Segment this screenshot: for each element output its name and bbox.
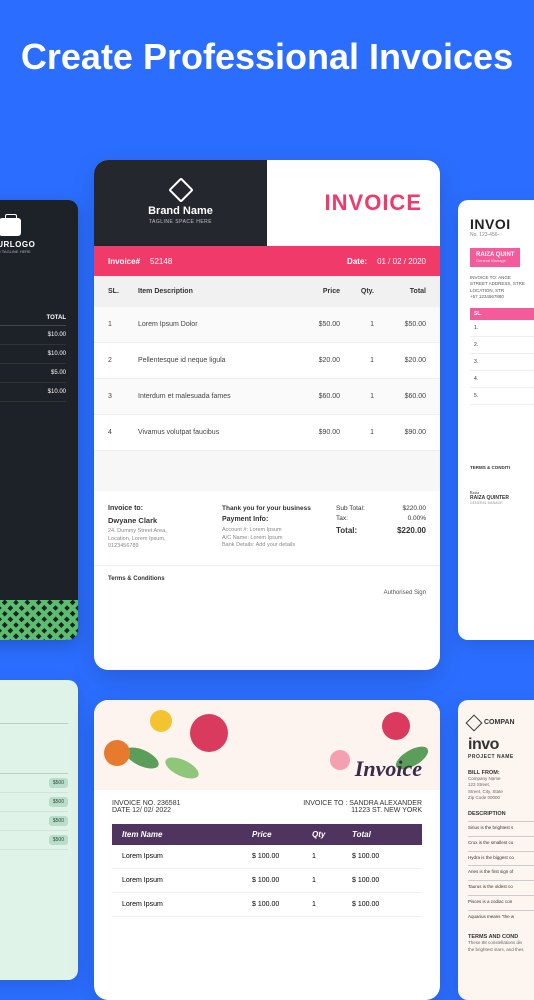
chevron-pattern — [0, 600, 78, 640]
diamond-icon — [466, 714, 483, 731]
cell: $10.00 — [48, 351, 66, 357]
line: Crux is the smallest co — [468, 836, 534, 847]
col-sl: SL. — [470, 308, 534, 320]
line: Sirius is the brightest s — [468, 821, 534, 832]
line: Taurus is the oldest co — [468, 880, 534, 891]
table-row: Lorem Ipsum$ 100.001$ 100.00 — [112, 893, 422, 917]
bill-from: Company Name 123 Street, Street, City, S… — [468, 776, 534, 801]
page-heading: Create Professional Invoices — [0, 0, 534, 103]
cell: $10.00 — [48, 389, 66, 395]
thank-you: Thank you for your business — [222, 505, 328, 512]
cell: $10.00 — [48, 332, 66, 338]
table-row: Lorem Ipsum$ 100.001$ 100.00 — [112, 869, 422, 893]
table-row: $500 — [0, 831, 68, 850]
template-beige[interactable]: COMPAN invo PROJECT NAME BILL FROM: Comp… — [458, 700, 534, 1000]
table-row: 3Interdum et malesuada fames$60.001$60.0… — [94, 379, 440, 415]
col-total: TOTAL — [47, 315, 66, 321]
terms-label: TERMS & CONDITI — [470, 465, 534, 470]
items-table: Item NamePriceQtyTotal Lorem Ipsum$ 100.… — [112, 824, 422, 917]
invoice-to-address: 24. Dummy Street Area, Location, Lorem I… — [108, 528, 214, 551]
contact-meta: 11234567890 0123456789 oice@mail.com — [0, 270, 66, 293]
diamond-icon — [168, 177, 193, 202]
brand-name: YOURLOGO — [0, 240, 66, 249]
line: Aquarius means "the w — [468, 910, 534, 921]
meta-row: INVOICE NO. 236581DATE 12/ 02/ 2022 INVO… — [94, 790, 440, 818]
project-label: PROJECT NAME — [468, 754, 534, 760]
invoice-heading: INVOICE — [267, 160, 440, 246]
grand-total: OTAL $65.00 — [0, 434, 66, 441]
brand-name: Brand Name — [148, 205, 213, 217]
col-total: Total — [378, 288, 426, 295]
payment-info: Account #: Lorem Ipsum A/C Name: Lorem I… — [222, 527, 328, 550]
tagline: YOUR TAGLINE HERE — [0, 249, 66, 254]
table-row: $500 — [0, 774, 68, 793]
col-qty: Qty. — [344, 288, 374, 295]
table-row: $500 — [0, 793, 68, 812]
signature-label: Authorised Sign — [94, 586, 440, 610]
tagline: TAGLINE SPACE HERE — [149, 219, 212, 225]
template-floral[interactable]: Invoice INVOICE NO. 236581DATE 12/ 02/ 2… — [94, 700, 440, 1000]
signature: Raiza RAIZA QUINTER GENERAL MANAGE — [470, 490, 534, 505]
template-main[interactable]: Brand Name TAGLINE SPACE HERE INVOICE In… — [94, 160, 440, 670]
line: Pisces is a zodiac con — [468, 895, 534, 906]
col-price: Price — [292, 288, 340, 295]
invoice-title: invo — [468, 736, 534, 754]
template-dark[interactable]: YOURLOGO YOUR TAGLINE HERE 11234567890 0… — [0, 200, 78, 640]
totals: BTAL $100TAX 7.2%OTAL $2,144 — [0, 860, 68, 884]
template-pink[interactable]: INVOI No. 123-456- RAIZA QUINTGeneral Ma… — [458, 200, 534, 640]
table-row: $500 — [0, 812, 68, 831]
template-mint[interactable]: OICE N° 0156124 PAYMENT METHOD SUBTOTAL … — [0, 680, 78, 980]
payment-method-label: PAYMENT METHOD — [0, 714, 68, 724]
table-row: 4Vivamus volutpat faucibus$90.001$90.00 — [94, 415, 440, 451]
briefcase-icon — [0, 218, 21, 236]
payment-info-label: Payment Info: — [222, 516, 328, 523]
col-sl: SL. — [108, 288, 134, 295]
items-table: SL. Item Description Price Qty. Total 1L… — [94, 276, 440, 451]
invoice-to-label: Invoice to: — [108, 505, 214, 512]
table: TOTAL $10.00 $10.00 $5.00 $10.00 — [0, 311, 66, 402]
invoice-title: Invoice — [355, 756, 422, 782]
invoice-to-name: Dwyane Clark — [108, 516, 214, 525]
invoice-number: No. 123-456- — [470, 232, 534, 238]
invoice-number: OICE N° 0156124 — [0, 694, 68, 700]
table-row: Lorem Ipsum$ 100.001$ 100.00 — [112, 845, 422, 869]
subtotal: ubtotal $30.00ipping $15.00 — [0, 412, 66, 429]
line: Aries is the first sign of — [468, 865, 534, 876]
table-row: 3. — [470, 354, 534, 371]
invoice-title: INVOI — [470, 216, 534, 232]
table-row: 2. — [470, 337, 534, 354]
table-row: 5. — [470, 388, 534, 405]
invoice-bar: Invoice#52148 Date:01 / 02 / 2020 — [94, 246, 440, 276]
footer: Invoice to: Dwyane Clark 24. Dummy Stree… — [94, 491, 440, 565]
terms-label: Terms & Conditions — [94, 565, 440, 586]
description-label: DESCRIPTION — [468, 811, 534, 817]
table-row: 1. — [470, 320, 534, 337]
footer-email: VISUALART@MAIL — [470, 519, 534, 523]
meta: INVOICE TO: ANGE STREET ADDRESS, STRE LO… — [470, 275, 534, 300]
subtotal-label: SUBTOTAL — [0, 764, 68, 774]
table-row: 2Pellentesque id neque ligula$20.001$20.… — [94, 343, 440, 379]
col-desc: Item Description — [138, 288, 288, 295]
company-name: COMPAN — [484, 719, 515, 726]
floral-header: Invoice — [94, 700, 440, 790]
table-row: 1Lorem Ipsum Dolor$50.001$50.00 — [94, 307, 440, 343]
terms-text: These 88 constellations div the brightes… — [468, 940, 534, 953]
table-row: 4. — [470, 371, 534, 388]
line: Hydra is the biggest co — [468, 851, 534, 862]
name-badge: RAIZA QUINTGeneral Manage — [470, 248, 520, 267]
cell: $5.00 — [51, 370, 66, 376]
brand-block: Brand Name TAGLINE SPACE HERE — [94, 160, 267, 246]
